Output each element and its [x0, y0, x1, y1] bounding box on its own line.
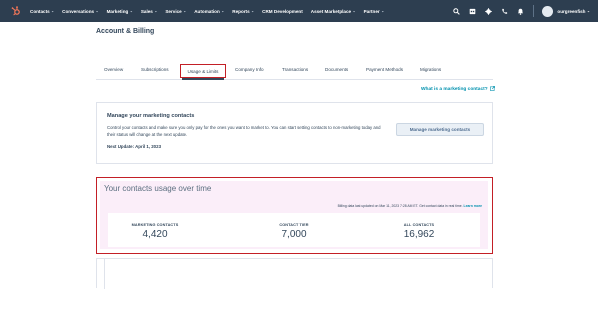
tab-company-info[interactable]: Company Info	[235, 67, 264, 72]
nav-item-crm-development[interactable]: CRM Development	[262, 9, 303, 14]
nav-label: Marketing	[106, 8, 129, 14]
nav-label: Conversations	[62, 8, 95, 14]
chevron-down-icon: ⌄	[251, 9, 255, 13]
chevron-down-icon: ⌄	[352, 9, 356, 13]
marketplace-icon[interactable]	[468, 7, 477, 16]
manage-marketing-contacts-button[interactable]: Manage marketing contacts	[396, 123, 484, 136]
chart-axis-line	[104, 259, 105, 289]
next-update-date: Next Update: April 1, 2023	[107, 144, 162, 149]
tab-migrations[interactable]: Migrations	[420, 67, 441, 72]
stat-contact-tier: CONTACT TIER 7,000	[249, 223, 339, 240]
nav-item-service[interactable]: Service ⌄	[165, 9, 186, 14]
gear-icon[interactable]	[484, 7, 493, 16]
chevron-down-icon: ⌄	[381, 9, 385, 13]
chevron-down-icon: ⌄	[129, 9, 133, 13]
stat-all-contacts: ALL CONTACTS 16,962	[374, 223, 464, 240]
chevron-down-icon: ⌄	[183, 9, 187, 13]
stat-value: 4,420	[142, 229, 168, 240]
nav-item-sales[interactable]: Sales ⌄	[141, 9, 158, 14]
nav-divider	[533, 5, 535, 17]
tab-usage-limits[interactable]: Usage & Limits	[180, 64, 226, 78]
bell-icon[interactable]	[516, 7, 525, 16]
realtime-text: Get contact data in real time.	[419, 204, 463, 208]
nav-label: Automation	[194, 8, 220, 14]
nav-label: Partner	[363, 8, 380, 14]
account-menu[interactable]: ourgreenfish ⌄	[557, 9, 590, 14]
usage-highlight-area: Your contacts usage over time Billing da…	[100, 181, 488, 249]
nav-label: Reports	[232, 8, 250, 14]
tab-transactions[interactable]: Transactions	[282, 67, 308, 72]
usage-stats-card: MARKETING CONTACTS 4,420 CONTACT TIER 7,…	[108, 213, 480, 247]
nav-item-conversations[interactable]: Conversations ⌄	[62, 9, 98, 14]
nav-item-partner[interactable]: Partner ⌄	[364, 9, 385, 14]
nav-item-automation[interactable]: Automation ⌄	[194, 9, 224, 14]
page-title: Account & Billing	[96, 28, 155, 35]
tab-overview[interactable]: Overview	[104, 67, 123, 72]
search-icon[interactable]	[452, 7, 461, 16]
tab-subscriptions[interactable]: Subscriptions	[141, 67, 169, 72]
manage-marketing-contacts-card: Manage your marketing contacts Control y…	[96, 102, 493, 164]
stat-label: ALL CONTACTS	[403, 223, 435, 227]
nav-label: Sales	[140, 8, 153, 14]
active-tab-indicator	[182, 78, 224, 80]
calling-icon[interactable]	[500, 7, 509, 16]
stat-label: MARKETING CONTACTS	[131, 223, 179, 227]
external-link-icon	[489, 86, 495, 93]
contacts-usage-section: Your contacts usage over time Billing da…	[96, 177, 493, 254]
settings-tabs: Overview Subscriptions Usage & Limits Co…	[96, 63, 493, 80]
card-title: Manage your marketing contacts	[107, 113, 195, 119]
nav-item-marketing[interactable]: Marketing ⌄	[107, 9, 133, 14]
usage-chart-card	[96, 258, 493, 289]
usage-title: Your contacts usage over time	[104, 184, 212, 193]
chevron-down-icon: ⌄	[95, 9, 99, 13]
stat-value: 7,000	[281, 229, 307, 240]
nav-label: CRM Development	[262, 8, 303, 14]
chevron-down-icon: ⌄	[586, 9, 590, 13]
nav-label: Service	[165, 8, 182, 14]
learn-more-link[interactable]: Learn more	[464, 204, 482, 208]
help-link-label: What is a marketing contact?	[421, 87, 488, 92]
marketing-contact-help-link[interactable]: What is a marketing contact?	[421, 86, 495, 93]
chevron-down-icon: ⌄	[221, 9, 225, 13]
nav-item-contacts[interactable]: Contacts ⌄	[30, 9, 54, 14]
stat-value: 16,962	[403, 229, 435, 240]
chevron-down-icon: ⌄	[51, 9, 55, 13]
stat-marketing-contacts: MARKETING CONTACTS 4,420	[110, 223, 200, 240]
tab-label: Usage & Limits	[187, 68, 219, 74]
avatar[interactable]	[542, 5, 554, 17]
card-description: Control your contacts and make sure you …	[107, 125, 381, 137]
hubspot-logo-icon[interactable]	[6, 0, 26, 22]
tab-payment-methods[interactable]: Payment Methods	[366, 67, 403, 72]
account-name: ourgreenfish	[557, 8, 586, 14]
billing-updated-text: Billing data last updated on Mar 11, 202…	[337, 204, 419, 208]
nav-item-reports[interactable]: Reports ⌄	[232, 9, 254, 14]
nav-item-asset-marketplace[interactable]: Asset Marketplace ⌄	[311, 9, 356, 14]
nav-label: Contacts	[30, 8, 50, 14]
chevron-down-icon: ⌄	[154, 9, 158, 13]
nav-label: Asset Marketplace	[310, 8, 352, 14]
stat-label: CONTACT TIER	[279, 223, 309, 227]
billing-note: Billing data last updated on Mar 11, 202…	[338, 204, 482, 208]
top-navigation-bar: Contacts ⌄ Conversations ⌄ Marketing ⌄ Sale…	[0, 0, 598, 22]
tab-documents[interactable]: Documents	[325, 67, 348, 72]
